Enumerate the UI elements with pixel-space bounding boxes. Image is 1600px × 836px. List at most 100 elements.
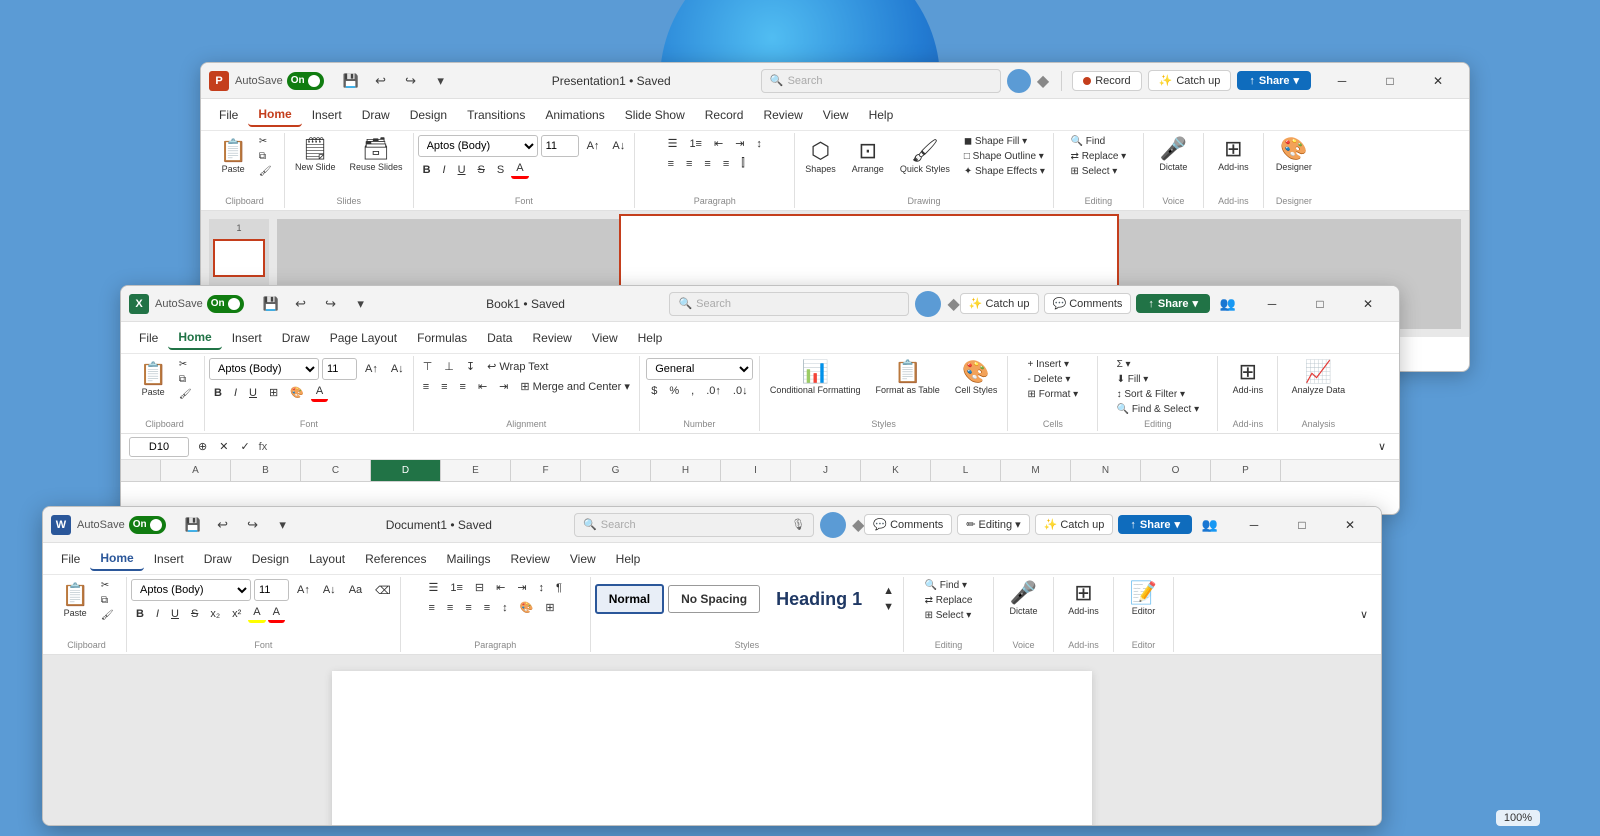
word-align-center-btn[interactable]: ≡ xyxy=(442,599,458,616)
word-share-btn[interactable]: ↑ Share ▾ xyxy=(1118,515,1192,534)
ppt-menu-review[interactable]: Review xyxy=(753,104,812,126)
excel-col-I[interactable]: I xyxy=(721,460,791,481)
excel-copy-btn[interactable]: ⧉ xyxy=(175,373,196,386)
excel-col-E[interactable]: E xyxy=(441,460,511,481)
excel-formula-input[interactable] xyxy=(271,437,1369,457)
excel-dec-inc-btn[interactable]: .0↑ xyxy=(701,383,726,399)
ppt-shapes-btn[interactable]: ⬡ Shapes xyxy=(799,137,842,177)
ppt-paste-btn[interactable]: 📋 Paste xyxy=(213,135,252,178)
ppt-shape-fill-btn[interactable]: ◼ Shape Fill ▾ xyxy=(960,135,1049,148)
excel-col-J[interactable]: J xyxy=(791,460,861,481)
excel-formula-collapse-btn[interactable]: ∨ xyxy=(1373,438,1391,455)
ppt-slide-thumb[interactable] xyxy=(213,239,265,277)
ppt-menu-record[interactable]: Record xyxy=(695,104,754,126)
excel-font-select[interactable]: Aptos (Body) xyxy=(209,358,319,380)
word-align-right-btn[interactable]: ≡ xyxy=(460,599,476,616)
excel-menu-formulas[interactable]: Formulas xyxy=(407,327,477,349)
ppt-bold-btn[interactable]: B xyxy=(418,162,436,178)
word-select-btn[interactable]: ⊞ Select ▾ xyxy=(921,609,977,622)
ppt-underline-btn[interactable]: U xyxy=(453,162,471,178)
excel-col-N[interactable]: N xyxy=(1071,460,1141,481)
excel-sum-btn[interactable]: Σ ▾ xyxy=(1113,358,1204,371)
word-menu-design[interactable]: Design xyxy=(242,548,299,570)
word-autosave-toggle[interactable]: On xyxy=(129,516,166,534)
excel-border-btn[interactable]: ⊞ xyxy=(264,383,283,402)
excel-share-btn[interactable]: ↑ Share ▾ xyxy=(1136,294,1210,313)
excel-menu-help[interactable]: Help xyxy=(628,327,673,349)
ppt-dictate-btn[interactable]: 🎤 Dictate xyxy=(1153,135,1193,175)
word-style-normal[interactable]: Normal xyxy=(595,584,664,614)
excel-menu-data[interactable]: Data xyxy=(477,327,522,349)
ppt-increase-indent-btn[interactable]: ⇥ xyxy=(730,135,749,152)
ppt-catchup-btn[interactable]: ✨ Catch up xyxy=(1148,70,1232,91)
ppt-new-slide-btn[interactable]: 🗒 New Slide xyxy=(289,135,342,175)
word-italic-btn[interactable]: I xyxy=(151,604,164,623)
excel-comma-btn[interactable]: , xyxy=(686,383,699,399)
ppt-menu-design[interactable]: Design xyxy=(400,104,457,126)
word-copy-btn[interactable]: ⧉ xyxy=(97,594,118,607)
ppt-menu-file[interactable]: File xyxy=(209,104,248,126)
word-close-btn[interactable]: ✕ xyxy=(1327,509,1373,541)
excel-collab-btn[interactable]: 👥 xyxy=(1215,293,1241,315)
word-menu-file[interactable]: File xyxy=(51,548,90,570)
word-styles-down-btn[interactable]: ▼ xyxy=(878,599,899,615)
word-menu-draw[interactable]: Draw xyxy=(194,548,242,570)
word-subscript-btn[interactable]: x₂ xyxy=(205,604,225,623)
excel-number-format[interactable]: General xyxy=(646,358,752,380)
ppt-more-btn[interactable]: ▾ xyxy=(428,70,454,92)
excel-col-F[interactable]: F xyxy=(511,460,581,481)
ppt-replace-btn[interactable]: ⇄ Replace ▾ xyxy=(1067,150,1131,163)
ppt-designer-btn[interactable]: 🎨 Designer xyxy=(1270,135,1318,175)
word-styles-up-btn[interactable]: ▲ xyxy=(878,583,899,599)
excel-minimize-btn[interactable]: ─ xyxy=(1249,288,1295,320)
excel-format-btn[interactable]: ⊞ Format ▾ xyxy=(1024,388,1083,401)
ppt-menu-draw[interactable]: Draw xyxy=(352,104,400,126)
word-clear-format-btn[interactable]: ⌫ xyxy=(370,582,396,599)
word-comments-btn[interactable]: 💬 Comments xyxy=(864,514,952,535)
word-cut-btn[interactable]: ✂ xyxy=(97,579,118,592)
word-format-painter-btn[interactable]: 🖌 xyxy=(97,609,118,622)
word-replace-btn[interactable]: ⇄ Replace xyxy=(921,594,977,607)
ppt-cut-btn[interactable]: ✂ xyxy=(255,135,276,148)
ppt-menu-insert[interactable]: Insert xyxy=(302,104,352,126)
ppt-arrange-btn[interactable]: ⊡ Arrange xyxy=(846,137,890,177)
excel-col-L[interactable]: L xyxy=(931,460,1001,481)
excel-col-M[interactable]: M xyxy=(1001,460,1071,481)
word-align-left-btn[interactable]: ≡ xyxy=(423,599,439,616)
excel-menu-home[interactable]: Home xyxy=(168,326,221,350)
word-minimize-btn[interactable]: ─ xyxy=(1231,509,1277,541)
ppt-select-btn[interactable]: ⊞ Select ▾ xyxy=(1067,165,1131,178)
excel-wrap-btn[interactable]: ↩ Wrap Text xyxy=(482,358,553,375)
excel-menu-view[interactable]: View xyxy=(582,327,628,349)
ppt-quick-styles-btn[interactable]: 🖌 Quick Styles xyxy=(894,137,956,177)
ppt-bullets-btn[interactable]: ☰ xyxy=(663,135,683,152)
ppt-menu-view[interactable]: View xyxy=(813,104,859,126)
ppt-shadow-btn[interactable]: S xyxy=(492,162,509,178)
word-justify-btn[interactable]: ≡ xyxy=(479,599,495,616)
ppt-shrink-font-btn[interactable]: A↓ xyxy=(607,138,630,154)
ppt-redo-btn[interactable]: ↪ xyxy=(398,70,424,92)
word-menu-insert[interactable]: Insert xyxy=(144,548,194,570)
ppt-copy-btn[interactable]: ⧉ xyxy=(255,150,276,163)
ppt-menu-home[interactable]: Home xyxy=(248,103,301,127)
word-dictate-btn[interactable]: 🎤 Dictate xyxy=(1003,579,1043,619)
excel-merge-btn[interactable]: ⊞ Merge and Center ▾ xyxy=(515,378,635,395)
excel-more-btn[interactable]: ▾ xyxy=(348,293,374,315)
excel-col-H[interactable]: H xyxy=(651,460,721,481)
excel-col-K[interactable]: K xyxy=(861,460,931,481)
word-menu-home[interactable]: Home xyxy=(90,547,143,571)
excel-align-top-btn[interactable]: ⊤ xyxy=(418,358,438,375)
ppt-strike-btn[interactable]: S xyxy=(473,162,490,178)
excel-menu-draw[interactable]: Draw xyxy=(272,327,320,349)
word-collapse-btn[interactable]: ∨ xyxy=(1355,606,1373,623)
excel-analyze-btn[interactable]: 📈 Analyze Data xyxy=(1286,358,1352,398)
ppt-menu-slideshow[interactable]: Slide Show xyxy=(615,104,695,126)
excel-cancel-btn[interactable]: ✕ xyxy=(214,438,233,455)
excel-insert-btn[interactable]: + Insert ▾ xyxy=(1024,358,1083,371)
excel-font-size[interactable] xyxy=(322,358,357,380)
ppt-decrease-indent-btn[interactable]: ⇤ xyxy=(709,135,728,152)
word-search-box[interactable]: 🔍 Search 🎙 xyxy=(574,513,814,537)
excel-cut-btn[interactable]: ✂ xyxy=(175,358,196,371)
word-editor-btn[interactable]: 📝 Editor xyxy=(1124,579,1163,619)
word-redo-btn[interactable]: ↪ xyxy=(240,514,266,536)
